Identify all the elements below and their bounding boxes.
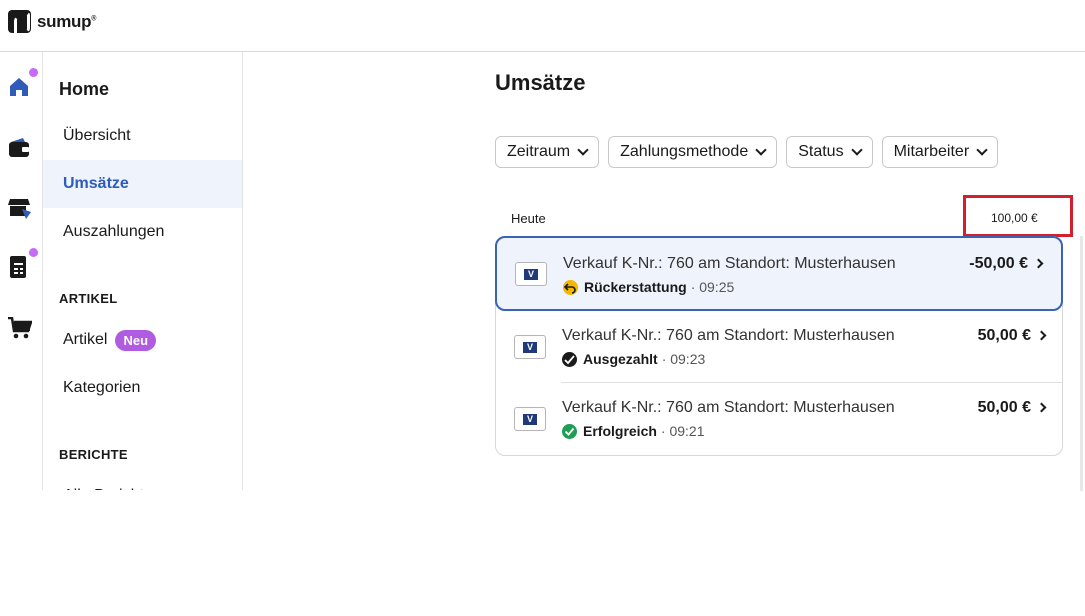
nav-item-kategorien[interactable]: Kategorien [43, 364, 242, 412]
chevron-down-icon [850, 144, 863, 156]
transaction-amount: -50,00 € [969, 255, 1028, 272]
nav-item-auszahlungen[interactable]: Auszahlungen [43, 208, 242, 256]
filter-zahlungsmethode[interactable]: Zahlungsmethode [608, 136, 778, 168]
home-icon[interactable] [8, 76, 30, 98]
filter-bar: Zeitraum Zahlungsmethode Status Mitarbei… [495, 136, 999, 168]
filter-zeitraum[interactable]: Zeitraum [495, 136, 600, 168]
transaction-row[interactable]: V Verkauf K-Nr.: 760 am Standort: Muster… [496, 311, 1064, 383]
transaction-amount: 50,00 € [977, 399, 1031, 416]
logo-text: sumup® [37, 11, 97, 31]
chevron-right-icon [1033, 258, 1044, 269]
chevron-down-icon [976, 144, 988, 156]
transaction-status: Ausgezahlt · 09:23 [562, 351, 705, 367]
new-badge: Neu [115, 329, 157, 351]
section-heading-artikel: ARTIKEL [59, 291, 118, 306]
day-total: 100,00 € [991, 211, 1038, 225]
side-panel-edge [1080, 236, 1083, 491]
filter-label: Zeitraum [507, 143, 571, 160]
status-label: Erfolgreich [583, 423, 657, 439]
success-check-icon [562, 423, 577, 439]
transaction-time: · 09:25 [690, 279, 735, 295]
filter-label: Status [798, 143, 844, 160]
card-brand-icon: V [514, 407, 546, 431]
transaction-title: Verkauf K-Nr.: 760 am Standort: Musterha… [563, 255, 896, 272]
nav-item-umsaetze[interactable]: Umsätze [43, 160, 242, 208]
chevron-down-icon [577, 144, 589, 156]
transaction-row[interactable]: V Verkauf K-Nr.: 760 am Standort: Muster… [495, 236, 1063, 311]
status-label: Rückerstattung [584, 279, 687, 295]
filter-status[interactable]: Status [786, 136, 873, 168]
transaction-row[interactable]: V Verkauf K-Nr.: 760 am Standort: Muster… [496, 383, 1064, 455]
section-heading-berichte: BERICHTE [59, 447, 128, 462]
filter-label: Mitarbeiter [893, 143, 970, 160]
card-brand-icon: V [514, 335, 546, 359]
page-title: Umsätze [495, 70, 586, 95]
filter-label: Zahlungsmethode [620, 143, 749, 160]
card-brand-icon: V [515, 262, 547, 286]
chevron-right-icon [1036, 402, 1047, 413]
day-label: Heute [511, 211, 546, 226]
transaction-title: Verkauf K-Nr.: 760 am Standort: Musterha… [562, 327, 895, 344]
transaction-status: Erfolgreich · 09:21 [562, 423, 705, 439]
transaction-amount: 50,00 € [977, 327, 1031, 344]
nav-item-uebersicht[interactable]: Übersicht [43, 112, 242, 160]
cart-icon[interactable] [8, 316, 33, 339]
subnav-title: Home [59, 79, 110, 99]
invoice-icon[interactable] [8, 255, 30, 278]
chevron-right-icon [1036, 330, 1047, 341]
icon-rail [0, 52, 43, 490]
refund-icon [563, 279, 578, 295]
payout-icon [562, 351, 577, 367]
status-label: Ausgezahlt [583, 351, 658, 367]
sumup-logo-icon [8, 10, 31, 33]
top-bar: sumup® [0, 0, 1085, 52]
chevron-down-icon [755, 144, 767, 156]
transaction-status: Rückerstattung · 09:25 [563, 279, 734, 295]
store-icon[interactable] [8, 195, 31, 219]
wallet-icon[interactable] [8, 137, 30, 159]
transaction-time: · 09:23 [661, 351, 706, 367]
transaction-list: V Verkauf K-Nr.: 760 am Standort: Muster… [495, 236, 1063, 456]
sumup-logo[interactable]: sumup® [8, 10, 96, 33]
sub-navigation: Home Übersicht Umsätze Auszahlungen ARTI… [43, 52, 243, 490]
nav-item-alle-berichte[interactable]: Alle Berichte [43, 472, 242, 490]
nav-item-artikel-label: Artikel [63, 331, 108, 348]
nav-item-artikel[interactable]: Artikel Neu [43, 316, 242, 364]
home-notification-dot [29, 68, 38, 77]
transaction-title: Verkauf K-Nr.: 760 am Standort: Musterha… [562, 399, 895, 416]
filter-mitarbeiter[interactable]: Mitarbeiter [881, 136, 999, 168]
transaction-time: · 09:21 [660, 423, 705, 439]
invoice-notification-dot [29, 248, 38, 257]
